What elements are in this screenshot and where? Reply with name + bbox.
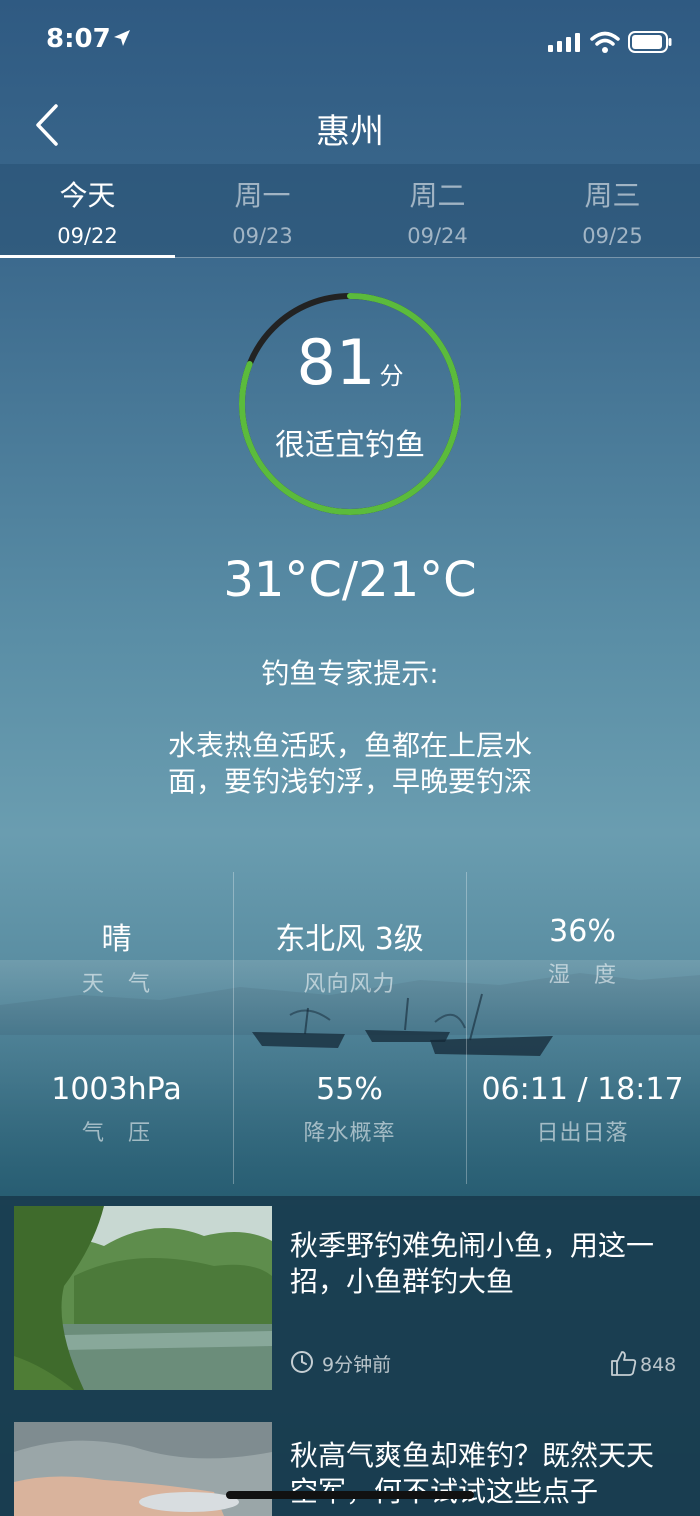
stat-label: 降水概率 [303,1121,396,1146]
date-tabs: 今天 09/22 周一 09/23 周二 09/24 周三 09/25 [0,164,700,258]
stat-value: 东北风 3级 [275,922,424,957]
battery-icon [628,31,672,53]
news-time: 9分钟前 [322,1354,392,1376]
boats-illustration [252,993,553,1056]
status-time: 8:07 [46,24,111,54]
location-arrow-icon [114,30,130,46]
thumbs-up-icon[interactable] [608,1348,638,1378]
stat-sunrise-sunset: 06:11 / 18:17 日出日落 [466,1072,699,1147]
news-thumbnail[interactable] [14,1422,272,1516]
tab-day-label: 周二 [409,179,466,212]
signal-icon [548,33,580,52]
active-tab-indicator [0,255,175,258]
score-label: 很适宜钓鱼 [275,428,425,463]
score-unit: 分 [379,362,404,390]
tab-date-label: 09/23 [232,224,293,248]
news-feed: 秋季野钓难免闹小鱼，用这一招，小鱼群钓大鱼 9分钟前 848 秋高气爽鱼却难钓？… [0,1196,700,1516]
tab-date-label: 09/24 [407,224,468,248]
news-item[interactable]: 秋季野钓难免闹小鱼，用这一招，小鱼群钓大鱼 9分钟前 848 [0,1196,700,1406]
stat-value: 36% [549,914,616,949]
stat-weather: 晴 天 气 [0,914,233,998]
tab-tuesday[interactable]: 周二 09/24 [350,164,525,258]
news-item[interactable]: 秋高气爽鱼却难钓？既然天天空军，何不试试这些点子 [0,1412,700,1516]
stat-value: 06:11 / 18:17 [481,1072,684,1107]
tab-date-label: 09/22 [57,224,118,248]
stat-pressure: 1003hPa 气 压 [0,1072,233,1147]
stat-value: 1003hPa [51,1072,182,1107]
tab-day-label: 周三 [584,179,641,212]
news-thumbnail[interactable] [14,1206,272,1390]
stat-label: 日出日落 [536,1121,629,1146]
stat-label: 天 气 [81,972,151,997]
tab-day-label: 周一 [234,179,291,212]
stat-humidity: 36% 湿 度 [466,914,699,989]
tab-divider [175,257,700,258]
news-headline[interactable]: 秋季野钓难免闹小鱼，用这一招，小鱼群钓大鱼 [290,1228,670,1300]
tab-day-label: 今天 [59,179,116,212]
tab-monday[interactable]: 周一 09/23 [175,164,350,258]
status-bar: 8:07 [0,0,700,88]
stat-label: 气 压 [81,1121,151,1146]
stat-label: 风向风力 [303,972,396,997]
wifi-icon [590,31,620,53]
news-likes: 848 [640,1354,677,1376]
clock-icon [291,1351,313,1373]
tip-title: 钓鱼专家提示: [261,657,439,690]
score-display: 81 分 [236,326,464,399]
stat-label: 湿 度 [547,963,617,988]
stat-wind: 东北风 3级 风向风力 [233,914,466,998]
home-indicator [226,1491,474,1499]
stat-value: 晴 [101,922,132,957]
tip-body: 水表热鱼活跃，鱼都在上层水面，要钓浅钓浮，早晚要钓深 [167,729,532,798]
stat-precipitation: 55% 降水概率 [233,1072,466,1147]
temperature-range: 31°C/21°C [223,552,477,608]
tab-wednesday[interactable]: 周三 09/25 [525,164,700,258]
tab-today[interactable]: 今天 09/22 [0,164,175,258]
page-title: 惠州 [316,112,384,152]
stat-value: 55% [316,1072,383,1107]
tab-date-label: 09/25 [582,224,643,248]
news-headline[interactable]: 秋高气爽鱼却难钓？既然天天空军，何不试试这些点子 [290,1438,670,1510]
score-value: 81 [296,326,376,399]
fishing-score-gauge [239,293,461,515]
